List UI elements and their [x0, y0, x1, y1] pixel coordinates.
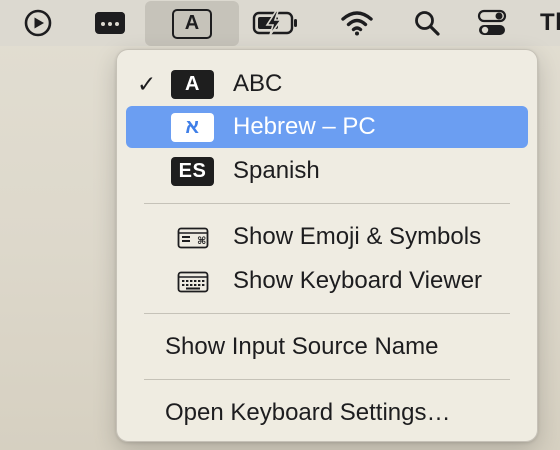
menu-item-hebrew-pc[interactable]: א Hebrew – PC	[126, 106, 528, 148]
menu-bar: A Th	[0, 0, 560, 46]
abc-badge: A	[171, 70, 214, 99]
checkmark-icon: ✓	[137, 71, 157, 97]
battery-charging-icon[interactable]	[247, 0, 305, 46]
play-circle-icon[interactable]	[14, 0, 62, 46]
svg-text:⌘: ⌘	[197, 236, 206, 247]
spanish-badge: ES	[171, 157, 214, 186]
hebrew-badge-text: א	[185, 116, 200, 138]
menu-item-show-input-source-name[interactable]: Show Input Source Name	[126, 326, 528, 368]
spanish-badge-text: ES	[178, 160, 207, 182]
menu-item-show-keyboard-viewer[interactable]: Show Keyboard Viewer	[126, 260, 528, 302]
menu-item-show-emoji-symbols[interactable]: ⌘ Show Emoji & Symbols	[126, 216, 528, 258]
keyboard-viewer-icon	[177, 271, 209, 293]
menu-separator	[144, 379, 510, 380]
input-source-letter: A	[184, 12, 200, 34]
menu-item-spanish[interactable]: ES Spanish	[126, 150, 528, 192]
menu-item-open-keyboard-settings[interactable]: Open Keyboard Settings…	[126, 392, 528, 434]
menu-separator	[144, 203, 510, 204]
abc-badge-text: A	[185, 73, 200, 95]
menu-item-label: Show Emoji & Symbols	[233, 223, 482, 250]
menu-bar-clipped-text: Th	[540, 9, 560, 36]
wifi-icon[interactable]	[333, 0, 381, 46]
window-dots-icon[interactable]	[86, 0, 134, 46]
emoji-symbols-icon: ⌘	[177, 227, 209, 249]
input-source-menu-button[interactable]: A	[145, 1, 239, 46]
menu-item-label: Show Input Source Name	[165, 333, 439, 360]
menu-item-label: Show Keyboard Viewer	[233, 267, 483, 294]
control-center-icon[interactable]	[468, 0, 516, 46]
search-icon[interactable]	[403, 0, 451, 46]
menu-item-label: Hebrew – PC	[233, 113, 376, 140]
menu-separator	[144, 313, 510, 314]
menu-item-label: Spanish	[233, 157, 320, 184]
menu-item-label: Open Keyboard Settings…	[165, 399, 451, 426]
menu-item-label: ABC	[233, 70, 283, 97]
input-source-dropdown: ✓ A ABC א Hebrew – PC ES Spanish ⌘ Show …	[116, 49, 538, 442]
input-source-icon: A	[172, 8, 212, 39]
menu-item-abc[interactable]: ✓ A ABC	[126, 63, 528, 105]
hebrew-badge: א	[171, 113, 214, 142]
